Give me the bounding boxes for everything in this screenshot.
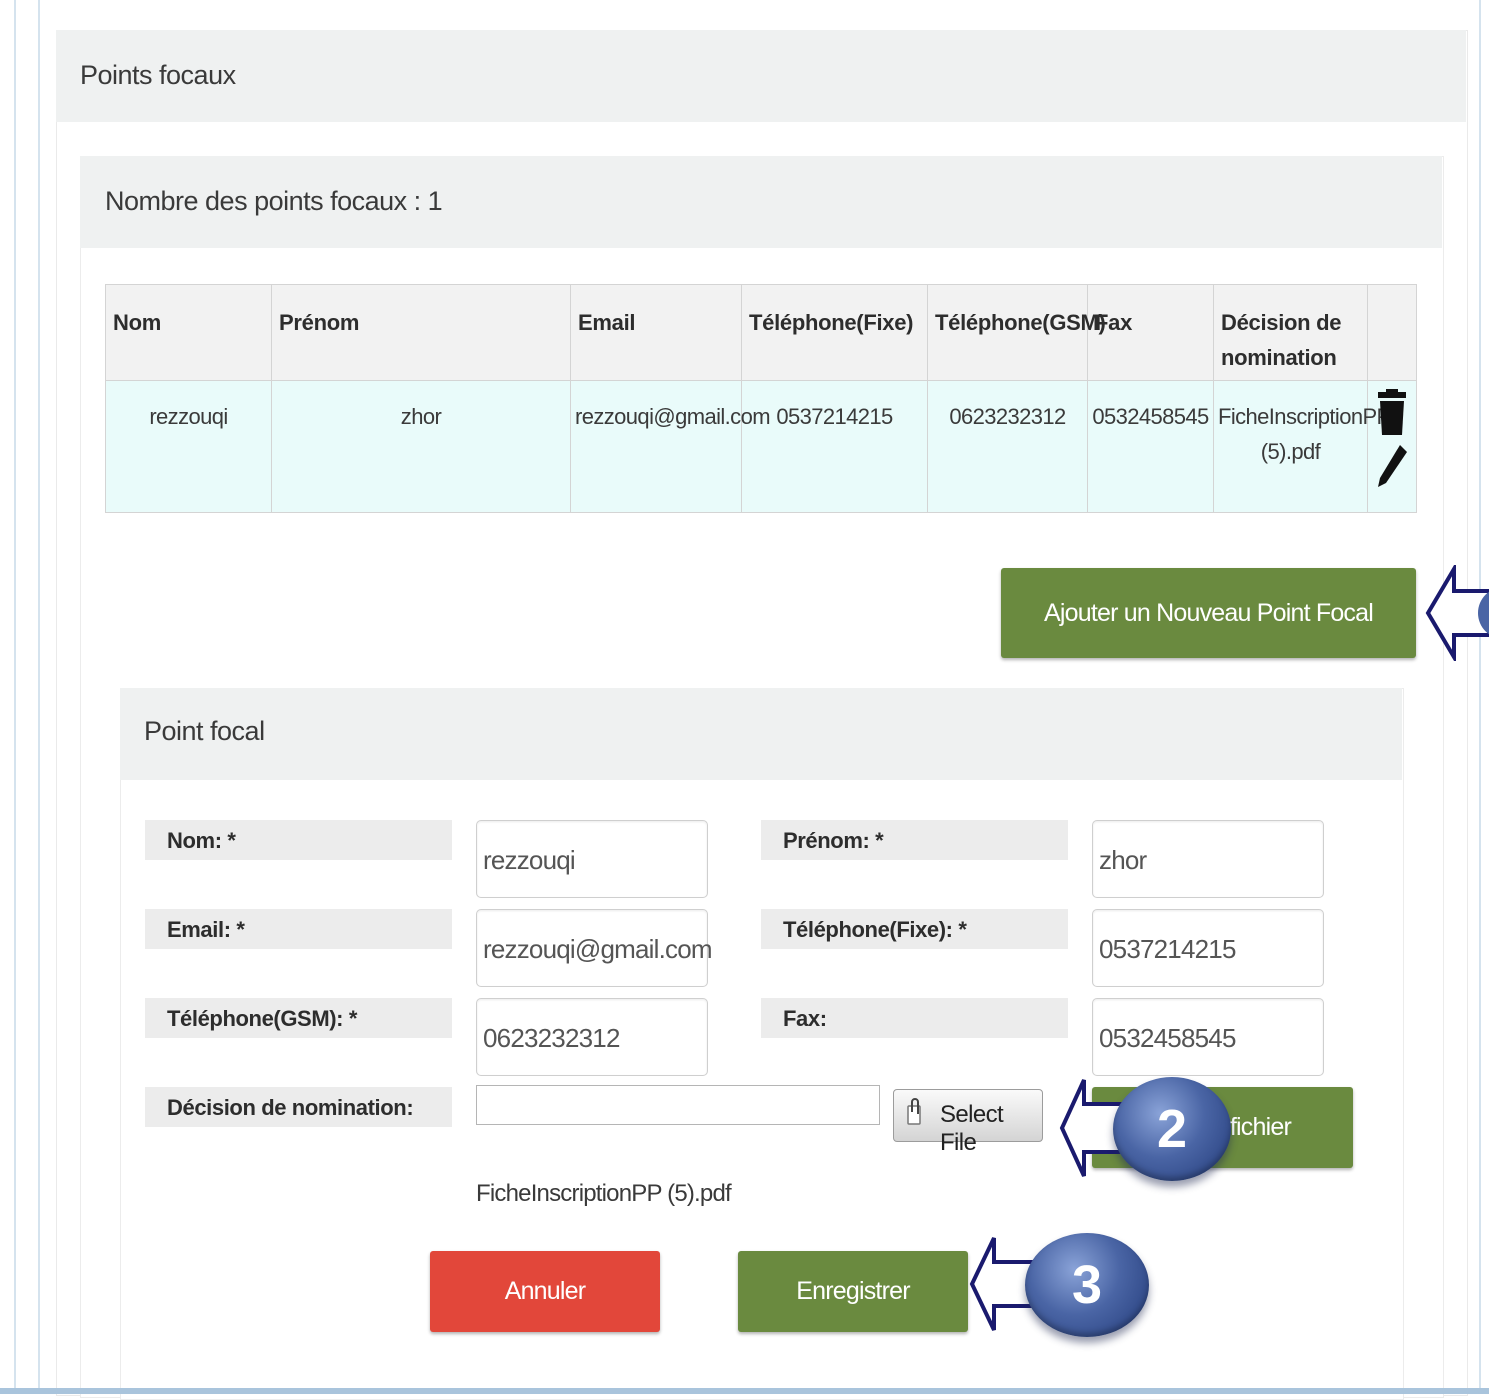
cell-fax: 0532458545 <box>1087 380 1214 513</box>
col-header-nom: Nom <box>105 284 272 381</box>
save-button[interactable]: Enregistrer <box>738 1251 968 1332</box>
col-header-tel-gsm: Téléphone(GSM) <box>927 284 1106 381</box>
points-focaux-panel-header <box>56 30 1466 122</box>
prenom-input[interactable]: zhor <box>1092 820 1324 898</box>
cell-decision: FicheInscriptionPP (5).pdf <box>1213 380 1391 513</box>
prenom-label: Prénom: * <box>761 820 1068 860</box>
fax-label: Fax: <box>761 998 1068 1038</box>
nom-label: Nom: * <box>145 820 452 860</box>
table-row: rezzouqi zhor rezzouqi@gmail.com 0537214… <box>105 380 1417 513</box>
step-1-arrow <box>1425 565 1489 661</box>
select-file-label: Select File <box>940 1101 1004 1156</box>
decision-file-input[interactable] <box>476 1085 880 1125</box>
cell-tel-gsm: 0623232312 <box>927 380 1088 513</box>
decision-label: Décision de nomination: <box>145 1087 452 1127</box>
step-3-badge: 3 <box>1025 1233 1149 1337</box>
frame-border-inner <box>38 0 40 1394</box>
tel-gsm-input[interactable]: 0623232312 <box>476 998 708 1076</box>
email-label: Email: * <box>145 909 452 949</box>
summary-title: Nombre des points focaux : 1 <box>105 186 443 216</box>
tel-fixe-label: Téléphone(Fixe): * <box>761 909 1068 949</box>
point-focal-form-header <box>120 688 1402 780</box>
bottom-border <box>0 1388 1489 1394</box>
col-header-tel-fixe: Téléphone(Fixe) <box>741 284 928 381</box>
cell-email: rezzouqi@gmail.com <box>570 380 771 513</box>
nom-input[interactable]: rezzouqi <box>476 820 708 898</box>
frame-border-left <box>14 0 16 1394</box>
cell-tel-fixe: 0537214215 <box>741 380 928 513</box>
form-title: Point focal <box>144 716 265 746</box>
uploaded-file-name: FicheInscriptionPP (5).pdf <box>476 1180 732 1207</box>
points-focaux-table: Nom Prénom Email Téléphone(Fixe) Télépho… <box>105 284 1417 513</box>
pencil-icon[interactable] <box>1372 447 1416 497</box>
cancel-button[interactable]: Annuler <box>430 1251 660 1332</box>
panel-title: Points focaux <box>80 60 236 90</box>
cell-nom: rezzouqi <box>105 380 272 513</box>
col-header-fax: Fax <box>1087 284 1214 381</box>
tel-gsm-label: Téléphone(GSM): * <box>145 998 452 1038</box>
tel-fixe-input[interactable]: 0537214215 <box>1092 909 1324 987</box>
fax-input[interactable]: 0532458545 <box>1092 998 1324 1076</box>
add-point-focal-button[interactable]: Ajouter un Nouveau Point Focal <box>1001 568 1416 658</box>
step-2-badge: 2 <box>1113 1077 1231 1181</box>
col-header-email: Email <box>570 284 742 381</box>
frame-border-right <box>1479 0 1481 1394</box>
table-header-row: Nom Prénom Email Téléphone(Fixe) Télépho… <box>105 284 1417 381</box>
select-file-button[interactable]: Select File <box>893 1089 1043 1156</box>
cell-prenom: zhor <box>271 380 571 513</box>
col-header-actions <box>1367 284 1417 381</box>
col-header-prenom: Prénom <box>271 284 571 381</box>
paperclip-icon <box>907 1098 921 1125</box>
email-input[interactable]: rezzouqi@gmail.com <box>476 909 713 987</box>
col-header-decision: Décision de nomination <box>1213 284 1368 381</box>
